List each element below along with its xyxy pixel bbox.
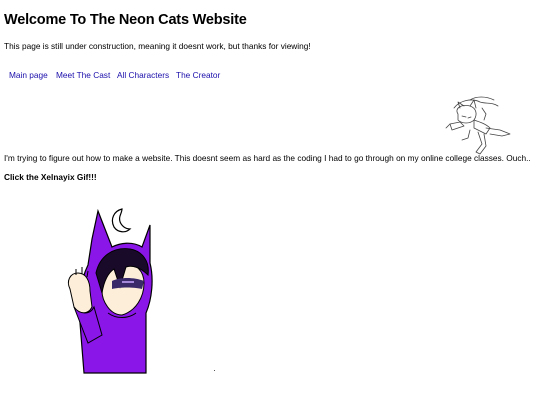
sketch-character-image: [445, 96, 511, 155]
xelnayix-gif-link[interactable]: [50, 203, 160, 380]
xelnayix-gif-image: [67, 208, 153, 374]
cta-text: Click the Xelnayix Gif!!!: [4, 172, 97, 182]
moon-icon: [111, 208, 132, 233]
nav-link-main-page[interactable]: Main page: [9, 70, 48, 80]
nav-link-the-creator[interactable]: The Creator: [176, 70, 220, 80]
page-title: Welcome To The Neon Cats Website: [4, 12, 247, 28]
stray-dot: [214, 370, 215, 371]
nav-link-meet-the-cast[interactable]: Meet The Cast: [56, 70, 110, 80]
nav-link-all-characters[interactable]: All Characters: [117, 70, 169, 80]
intro-text: This page is still under construction, m…: [4, 41, 311, 51]
body-text: I'm trying to figure out how to make a w…: [4, 153, 531, 163]
